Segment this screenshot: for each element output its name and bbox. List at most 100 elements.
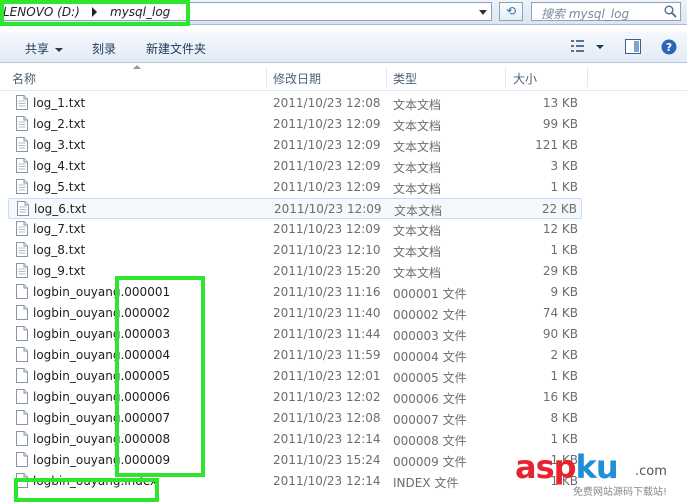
file-row[interactable]: logbin_ouyang.000002 2011/10/23 11:40 0000… [8, 303, 582, 324]
search-placeholder: 搜索 mysql_log [541, 7, 630, 21]
text-file-icon [16, 137, 28, 152]
file-date: 2011/10/23 12:09 [273, 159, 381, 173]
file-type: 000007 文件 [393, 413, 467, 427]
file-row[interactable]: log_8.txt 2011/10/23 12:10 文本文档 1 KB [8, 240, 582, 261]
file-row[interactable]: log_4.txt 2011/10/23 12:09 文本文档 3 KB [8, 156, 582, 177]
file-type: 文本文档 [394, 204, 443, 218]
file-date: 2011/10/23 11:16 [273, 285, 381, 299]
file-date: 2011/10/23 12:10 [273, 243, 381, 257]
column-header-size[interactable]: 大小 [513, 70, 537, 87]
file-size: 22 KB [541, 202, 577, 216]
column-header-date[interactable]: 修改日期 [273, 70, 321, 87]
file-name: log_5.txt [33, 180, 86, 194]
share-button[interactable]: 共享 [25, 40, 64, 57]
file-name: log_1.txt [33, 96, 86, 110]
file-row[interactable]: log_5.txt 2011/10/23 12:09 文本文档 1 KB [8, 177, 582, 198]
file-row[interactable]: logbin_ouyang.000005 2011/10/23 12:01 0000… [8, 366, 582, 387]
share-label: 共享 [25, 42, 50, 56]
file-type: 000009 文件 [393, 455, 467, 469]
file-name: log_4.txt [33, 159, 86, 173]
file-date: 2011/10/23 12:09 [273, 180, 381, 194]
file-size: 90 KB [542, 327, 578, 341]
column-divider[interactable] [505, 67, 506, 87]
text-file-icon [16, 263, 28, 278]
watermark-com: .com [635, 464, 667, 479]
file-row[interactable]: log_6.txt 2011/10/23 12:09 文本文档 22 KB [8, 198, 582, 219]
file-date: 2011/10/23 15:20 [273, 264, 381, 278]
file-date: 2011/10/23 12:08 [273, 96, 381, 110]
file-row[interactable]: log_7.txt 2011/10/23 12:09 文本文档 12 KB [8, 219, 582, 240]
file-type: 000002 文件 [393, 308, 467, 322]
file-type: 文本文档 [393, 140, 442, 154]
file-icon [16, 368, 28, 383]
search-input[interactable]: 搜索 mysql_log [531, 2, 681, 21]
file-type: 000001 文件 [393, 287, 467, 301]
file-type: 000004 文件 [393, 350, 467, 364]
file-date: 2011/10/23 12:09 [273, 222, 381, 236]
column-divider[interactable] [386, 67, 387, 87]
refresh-button[interactable]: ⟲ [499, 2, 523, 21]
file-row[interactable]: log_3.txt 2011/10/23 12:09 文本文档 121 KB [8, 135, 582, 156]
view-options-icon[interactable] [571, 39, 587, 53]
file-type: 文本文档 [393, 119, 442, 133]
view-dropdown-icon[interactable] [596, 45, 604, 49]
new-folder-button[interactable]: 新建文件夹 [146, 40, 206, 57]
help-icon[interactable]: ? [661, 39, 677, 55]
column-divider[interactable] [266, 67, 267, 87]
preview-pane-icon[interactable] [625, 39, 641, 54]
text-file-icon [16, 221, 28, 236]
text-file-icon [16, 116, 28, 131]
file-size: 74 KB [542, 306, 578, 320]
column-divider[interactable] [587, 67, 588, 87]
file-size: 13 KB [542, 96, 578, 110]
file-icon [16, 431, 28, 446]
file-row[interactable]: logbin_ouyang.000001 2011/10/23 11:16 0000… [8, 282, 582, 303]
column-header-name[interactable]: 名称 [12, 70, 36, 87]
file-row[interactable]: logbin_ouyang.000006 2011/10/23 12:02 0000… [8, 387, 582, 408]
file-row[interactable]: log_2.txt 2011/10/23 12:09 文本文档 99 KB [8, 114, 582, 135]
svg-text:?: ? [666, 41, 672, 54]
file-name: log_8.txt [33, 243, 86, 257]
file-type: 文本文档 [393, 161, 442, 175]
file-row[interactable]: logbin_ouyang.000008 2011/10/23 12:14 0000… [8, 429, 582, 450]
text-file-icon [16, 242, 28, 257]
address-dropdown-icon[interactable] [479, 10, 487, 15]
file-name: log_7.txt [33, 222, 86, 236]
text-file-icon [16, 158, 28, 173]
column-header-type[interactable]: 类型 [393, 70, 417, 87]
text-file-icon [17, 201, 29, 216]
highlight-box-index-file [14, 478, 159, 502]
watermark-asp: asp [515, 448, 577, 486]
refresh-icon: ⟲ [505, 4, 517, 18]
file-icon [16, 347, 28, 362]
command-bar: 共享 刻录 新建文件夹 ? [0, 32, 687, 63]
file-size: 121 KB [535, 138, 578, 152]
file-date: 2011/10/23 15:24 [273, 453, 381, 467]
file-date: 2011/10/23 11:44 [273, 327, 381, 341]
text-file-icon [16, 179, 28, 194]
file-size: 1 KB [550, 432, 578, 446]
highlight-box-address [0, 0, 190, 26]
file-row[interactable]: logbin_ouyang.000003 2011/10/23 11:44 0000… [8, 324, 582, 345]
burn-button[interactable]: 刻录 [92, 40, 116, 57]
file-type: INDEX 文件 [393, 476, 459, 490]
text-file-icon [16, 95, 28, 110]
file-row[interactable]: logbin_ouyang.000004 2011/10/23 11:59 0000… [8, 345, 582, 366]
file-size: 1 KB [550, 180, 578, 194]
file-icon [16, 305, 28, 320]
file-row[interactable]: log_9.txt 2011/10/23 15:20 文本文档 29 KB [8, 261, 582, 282]
file-row[interactable]: logbin_ouyang.000009 2011/10/23 15:24 0000… [8, 450, 582, 471]
highlight-box-binlog-numbers [115, 276, 205, 477]
file-date: 2011/10/23 12:14 [273, 474, 381, 488]
search-icon[interactable] [664, 5, 677, 18]
file-type: 000003 文件 [393, 329, 467, 343]
file-row[interactable]: logbin_ouyang.000007 2011/10/23 12:08 0000… [8, 408, 582, 429]
file-row[interactable]: log_1.txt 2011/10/23 12:08 文本文档 13 KB [8, 93, 582, 114]
file-date: 2011/10/23 12:14 [273, 432, 381, 446]
file-date: 2011/10/23 12:09 [274, 202, 382, 216]
file-date: 2011/10/23 12:01 [273, 369, 381, 383]
file-size: 1 KB [550, 243, 578, 257]
file-date: 2011/10/23 11:40 [273, 306, 381, 320]
file-icon [16, 326, 28, 341]
watermark-logo: aspku .com 免费网站源码下载站! [515, 448, 683, 500]
